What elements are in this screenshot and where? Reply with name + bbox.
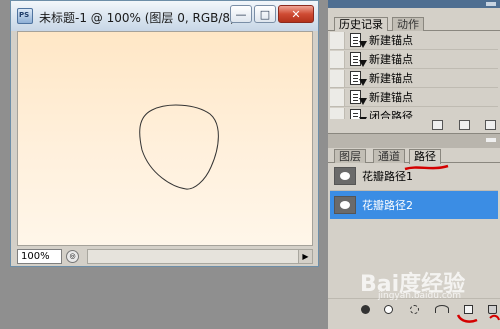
history-item[interactable]: 新建锚点 xyxy=(330,50,498,69)
history-snapshot-box[interactable] xyxy=(330,31,345,49)
status-bar: 100% ◎ ▶ xyxy=(17,248,313,264)
tab-channels[interactable]: 通道 xyxy=(373,149,405,163)
baidu-watermark-url: jingyan.baidu.com xyxy=(378,291,462,301)
tab-history[interactable]: 历史记录 xyxy=(334,17,388,32)
stroke-path-icon[interactable] xyxy=(384,305,393,314)
pen-history-icon xyxy=(350,32,367,48)
document-canvas[interactable] xyxy=(17,31,313,246)
make-work-path-icon[interactable] xyxy=(435,305,449,313)
path-item-label: 花瓣路径2 xyxy=(362,199,413,212)
history-panel-footer xyxy=(328,119,500,133)
tab-actions[interactable]: 动作 xyxy=(392,17,424,31)
history-snapshot-box[interactable] xyxy=(330,88,345,106)
history-item-label: 新建锚点 xyxy=(369,91,413,104)
history-list: 新建锚点 新建锚点 新建锚点 新建锚点 闭合路径 xyxy=(330,31,498,126)
maximize-button[interactable]: □ xyxy=(254,5,276,23)
tab-layers[interactable]: 图层 xyxy=(334,149,366,163)
delete-path-icon[interactable] xyxy=(488,305,497,314)
document-title: 未标题-1 @ 100% (图层 0, RGB/8) xyxy=(39,11,235,25)
path-item-label: 花瓣路径1 xyxy=(362,170,413,183)
document-titlebar[interactable]: 未标题-1 @ 100% (图层 0, RGB/8) — □ ✕ xyxy=(11,1,318,31)
panel-dock-header[interactable] xyxy=(328,0,500,8)
history-item[interactable]: 新建锚点 xyxy=(330,88,498,107)
status-info-icon[interactable]: ◎ xyxy=(66,249,79,263)
create-snapshot-icon[interactable] xyxy=(459,120,470,130)
new-document-from-state-icon[interactable] xyxy=(432,120,443,130)
history-item[interactable]: 新建锚点 xyxy=(330,69,498,88)
pen-history-icon xyxy=(350,89,367,105)
path-item[interactable]: 花瓣路径1 xyxy=(330,162,498,191)
pen-history-icon xyxy=(350,70,367,86)
history-item-label: 新建锚点 xyxy=(369,34,413,47)
delete-state-icon[interactable] xyxy=(485,120,496,130)
history-item-label: 新建锚点 xyxy=(369,53,413,66)
history-item-label: 新建锚点 xyxy=(369,72,413,85)
create-new-path-icon[interactable] xyxy=(464,305,473,314)
minimize-button[interactable]: — xyxy=(230,5,252,23)
path-item[interactable]: 花瓣路径2 xyxy=(330,191,498,220)
layers-panel-tabs: 图层 通道 路径 xyxy=(328,148,500,164)
scroll-right-arrow-icon[interactable]: ▶ xyxy=(298,249,312,263)
pen-history-icon xyxy=(350,51,367,67)
history-snapshot-box[interactable] xyxy=(330,69,345,87)
horizontal-scrollbar[interactable]: ▶ xyxy=(87,248,313,264)
path-thumbnail xyxy=(334,196,356,214)
history-panel-tabs: 历史记录 动作 xyxy=(328,16,500,32)
zoom-level-field[interactable]: 100% xyxy=(17,248,62,264)
history-snapshot-box[interactable] xyxy=(330,50,345,68)
document-window: 未标题-1 @ 100% (图层 0, RGB/8) — □ ✕ 100% ◎ … xyxy=(10,0,319,267)
paths-panel-footer xyxy=(328,298,500,321)
canvas-drawing xyxy=(139,104,219,190)
fill-path-icon[interactable] xyxy=(361,305,370,314)
close-button[interactable]: ✕ xyxy=(278,5,314,23)
history-item[interactable]: 新建锚点 xyxy=(330,31,498,50)
photoshop-document-icon xyxy=(17,8,33,24)
path-thumbnail xyxy=(334,167,356,185)
paths-list: 花瓣路径1 花瓣路径2 xyxy=(330,162,498,220)
closed-path-shape xyxy=(139,104,219,190)
load-path-as-selection-icon[interactable] xyxy=(410,305,419,314)
panel-group-header[interactable] xyxy=(328,133,500,148)
